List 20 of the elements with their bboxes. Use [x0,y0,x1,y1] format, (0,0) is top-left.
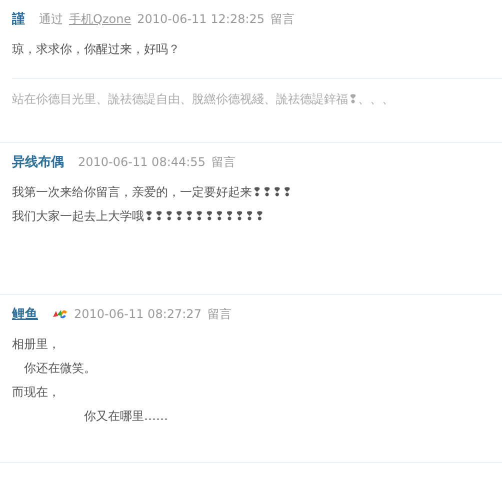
message-text: 我第一次来给你留言，亲爱的，一定要好起来❢❢❢❢ [12,184,294,201]
action-label: 留言 [270,10,295,28]
via-label: 通过 [39,10,63,28]
timestamp: 2010-06-11 08:27:27 [74,307,202,321]
source-link[interactable]: 手机Qzone [69,10,132,28]
colorful-swirl-icon [52,308,68,320]
message-text: 相册里， [12,336,61,353]
action-label: 留言 [211,154,236,170]
message-text: 琼，求求你，你醒过来，好吗？ [12,41,181,58]
author-name[interactable]: 异线布偶 [12,153,64,171]
timestamp: 2010-06-11 08:44:55 [78,155,206,169]
message-text: 你还在微笑。 [23,360,97,377]
action-label: 留言 [207,306,232,322]
author-name[interactable]: 謹 [12,10,25,28]
author-name[interactable]: 鲤鱼 [12,305,38,323]
timestamp: 2010-06-11 12:28:25 [137,12,265,26]
message-text: 我们大家一起去上大学哦❢❢❢❢❢❢❢❢❢❢❢❢ [12,208,266,225]
signature-text: 站在伱德目光里、詤祛德諟自由、脫繺伱德视綫、詤祛德諟鋅福❢、、、 [12,78,502,108]
message-text: 你又在哪里…… [83,408,169,425]
message-text: 而现在， [12,384,61,401]
